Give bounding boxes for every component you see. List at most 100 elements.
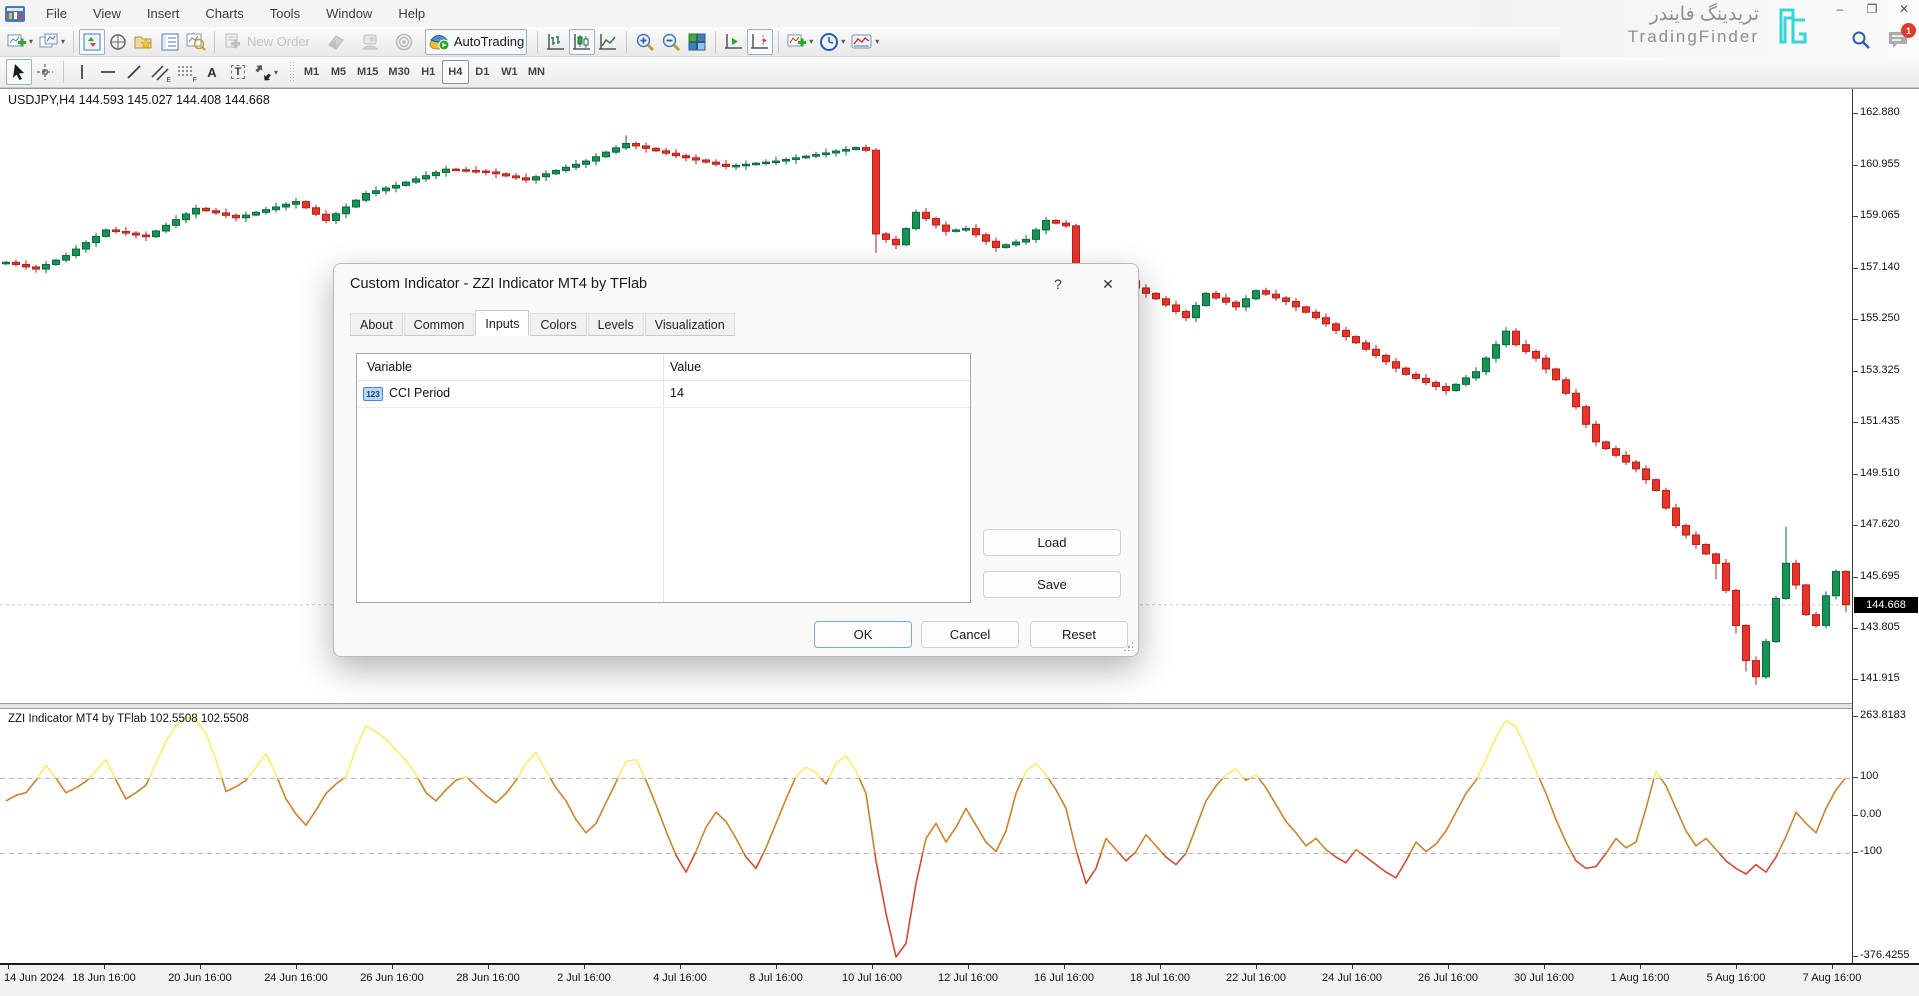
bar-chart-button[interactable]	[543, 29, 569, 55]
menu-tools[interactable]: Tools	[258, 2, 312, 25]
save-button[interactable]: Save	[983, 571, 1121, 598]
menu-help[interactable]: Help	[386, 2, 437, 25]
value-cell[interactable]: 14	[670, 386, 684, 400]
timeframe-m5[interactable]: M5	[325, 60, 352, 84]
menu-charts[interactable]: Charts	[193, 2, 255, 25]
candle-down	[463, 170, 470, 172]
candle-down	[1403, 368, 1410, 374]
new-order-button[interactable]: New Order	[220, 29, 313, 55]
fibonacci-button[interactable]: F	[173, 59, 199, 85]
timeframe-m1[interactable]: M1	[298, 60, 325, 84]
price-tick-label: 155.250	[1860, 312, 1900, 324]
strategy-tester-button[interactable]	[183, 29, 209, 55]
search-icon[interactable]	[1851, 30, 1871, 50]
timeframe-h1[interactable]: H1	[415, 60, 442, 84]
time-tick-label: 20 Jun 16:00	[168, 972, 232, 984]
profiles-button[interactable]: ▾	[36, 29, 68, 55]
tab-common[interactable]: Common	[404, 313, 475, 336]
indicator-chart[interactable]	[0, 709, 1852, 963]
templates-button[interactable]: ▾	[848, 29, 882, 55]
candle-up	[1023, 239, 1030, 242]
text-button[interactable]: A	[199, 59, 225, 85]
candle-up	[43, 264, 50, 269]
chat-button[interactable]: 1	[1887, 30, 1909, 50]
axis-tick-mark	[1853, 577, 1858, 578]
tile-windows-button[interactable]	[684, 29, 710, 55]
restore-icon[interactable]: ❐	[1863, 2, 1881, 16]
column-header-value[interactable]: Value	[670, 354, 701, 380]
time-axis[interactable]: 14 Jun 202418 Jun 16:0020 Jun 16:0024 Ju…	[0, 963, 1919, 996]
time-tick-mark	[1832, 965, 1833, 969]
column-header-variable[interactable]: Variable	[367, 354, 412, 380]
community-button[interactable]	[357, 29, 383, 55]
trendline-button[interactable]	[121, 59, 147, 85]
minimize-icon[interactable]: –	[1831, 2, 1849, 16]
terminal-button[interactable]	[157, 29, 183, 55]
candle-up	[733, 165, 740, 167]
time-tick-mark	[968, 965, 969, 969]
menu-view[interactable]: View	[81, 2, 133, 25]
brand-name-english: TradingFinder	[1628, 26, 1759, 48]
ok-button[interactable]: OK	[814, 621, 912, 648]
timeframe-w1[interactable]: W1	[496, 60, 523, 84]
menu-window[interactable]: Window	[314, 2, 384, 25]
candle-up	[1783, 563, 1790, 598]
candle-down	[703, 160, 710, 162]
dialog-close-icon[interactable]: ✕	[1091, 272, 1125, 296]
indicators-button[interactable]: ▾	[784, 29, 816, 55]
chart-shift-button[interactable]	[747, 29, 773, 55]
tab-inputs[interactable]: Inputs	[475, 310, 529, 336]
candle-up	[73, 249, 80, 255]
close-icon[interactable]: ✕	[1895, 2, 1913, 16]
cancel-button[interactable]: Cancel	[921, 621, 1019, 648]
timeframe-mn[interactable]: MN	[523, 60, 550, 84]
table-row[interactable]: 123 CCI Period 14	[357, 381, 970, 407]
help-icon[interactable]: ?	[1043, 272, 1073, 296]
arrows-button[interactable]: ▾	[251, 59, 281, 85]
candle-up	[83, 243, 90, 249]
indicator-pane[interactable]: ZZI Indicator MT4 by TFlab 102.5508 102.…	[0, 709, 1852, 963]
autotrading-button[interactable]: AutoTrading	[425, 29, 527, 55]
market-watch-button[interactable]	[79, 29, 105, 55]
price-axis[interactable]: 144.668 162.880160.955159.065157.140155.…	[1852, 89, 1919, 963]
time-tick-label: 24 Jul 16:00	[1322, 972, 1382, 984]
timeframe-m15[interactable]: M15	[352, 60, 383, 84]
tab-about[interactable]: About	[350, 313, 403, 336]
cursor-button[interactable]	[6, 59, 32, 85]
time-tick-label: 2 Jul 16:00	[557, 972, 611, 984]
equidistant-channel-button[interactable]: E	[147, 59, 173, 85]
candle-down	[1343, 330, 1350, 336]
zoom-in-button[interactable]	[632, 29, 658, 55]
text-label-button[interactable]: T	[225, 59, 251, 85]
zoom-out-button[interactable]	[658, 29, 684, 55]
horizontal-line-button[interactable]	[95, 59, 121, 85]
candle-down	[453, 169, 460, 171]
load-button[interactable]: Load	[983, 529, 1121, 556]
menu-insert[interactable]: Insert	[135, 2, 192, 25]
toolbar-grip[interactable]	[289, 61, 294, 83]
candlestick-chart-button[interactable]	[569, 29, 595, 55]
tab-colors[interactable]: Colors	[530, 313, 586, 336]
tab-levels[interactable]: Levels	[588, 313, 644, 336]
chevron-down-icon: ▾	[841, 37, 845, 46]
new-chart-button[interactable]: ▾	[4, 29, 36, 55]
line-chart-button[interactable]	[595, 29, 621, 55]
timeframe-d1[interactable]: D1	[469, 60, 496, 84]
navigator-button[interactable]	[131, 29, 157, 55]
data-window-button[interactable]	[105, 29, 131, 55]
candle-down	[1723, 563, 1730, 590]
timeframe-m30[interactable]: M30	[383, 60, 414, 84]
candle-down	[883, 234, 890, 239]
auto-scroll-button[interactable]	[721, 29, 747, 55]
candle-down	[123, 232, 130, 234]
tab-visualization[interactable]: Visualization	[645, 313, 735, 336]
options-button[interactable]	[391, 29, 417, 55]
vertical-line-button[interactable]	[69, 59, 95, 85]
candle-up	[173, 220, 180, 226]
periods-button[interactable]: ▾	[816, 29, 848, 55]
reset-button[interactable]: Reset	[1030, 621, 1128, 648]
menu-file[interactable]: File	[34, 2, 79, 25]
crosshair-button[interactable]	[32, 59, 58, 85]
timeframe-h4[interactable]: H4	[442, 60, 469, 84]
metaeditor-button[interactable]	[323, 29, 349, 55]
